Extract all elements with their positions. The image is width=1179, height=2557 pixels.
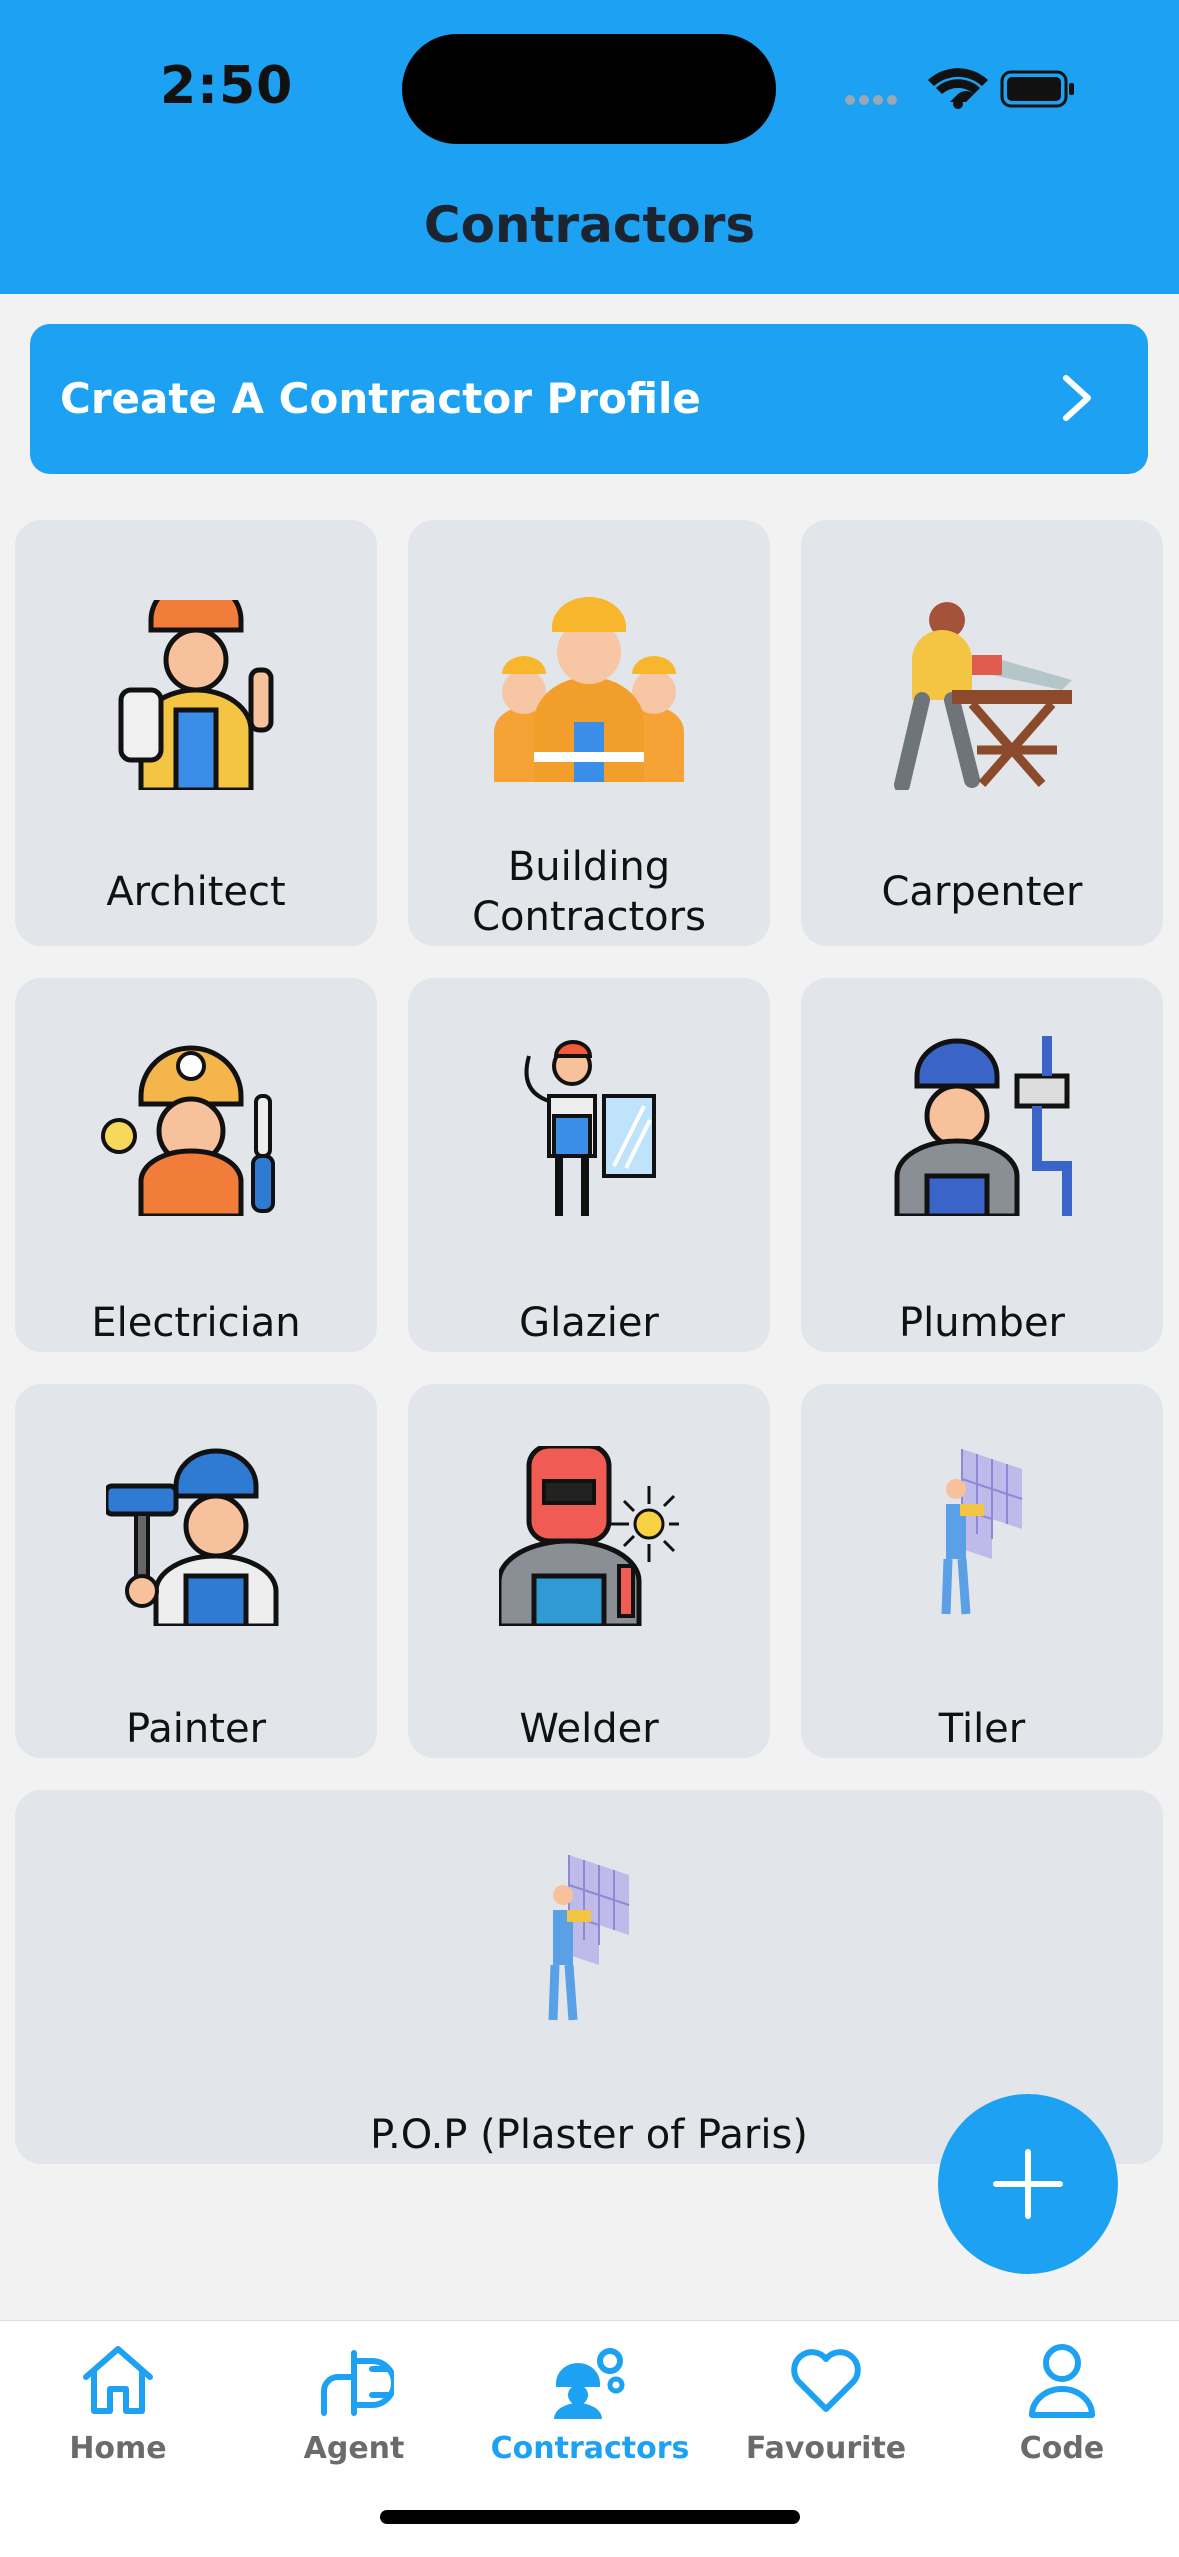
category-label: Plumber	[899, 1300, 1065, 1346]
category-card-tiler[interactable]: Tiler	[801, 1384, 1163, 1758]
building-contractors-icon	[494, 597, 684, 782]
category-label: Architect	[106, 869, 286, 915]
tab-label: Agent	[303, 2431, 405, 2466]
category-label: Building Contractors	[472, 844, 706, 940]
add-button[interactable]	[938, 2094, 1118, 2274]
category-label: Carpenter	[881, 869, 1083, 915]
category-card-glazier[interactable]: Glazier	[408, 978, 770, 1352]
heart-icon	[791, 2349, 861, 2412]
create-profile-label: Create A Contractor Profile	[60, 374, 701, 423]
electrician-icon	[101, 1045, 275, 1216]
category-card-welder[interactable]: Welder	[408, 1384, 770, 1758]
worker-icon	[554, 2348, 625, 2419]
category-label: Tiler	[938, 1706, 1026, 1752]
category-label: Welder	[519, 1706, 659, 1752]
category-card-painter[interactable]: Painter	[15, 1384, 377, 1758]
tab-code[interactable]: Code	[944, 2321, 1179, 2557]
painter-icon	[106, 1448, 279, 1626]
category-card-carpenter[interactable]: Carpenter	[801, 520, 1163, 946]
welder-icon	[499, 1446, 679, 1626]
tiler-icon	[941, 1449, 1023, 1615]
tab-label: Code	[1019, 2431, 1105, 2466]
tab-label: Contractors	[490, 2431, 690, 2466]
category-label: Electrician	[91, 1300, 301, 1346]
category-card-plumber[interactable]: Plumber	[801, 978, 1163, 1352]
status-icons	[845, 68, 1074, 109]
create-profile-button[interactable]: Create A Contractor Profile	[30, 324, 1148, 474]
tab-label: Home	[69, 2431, 167, 2466]
app-header: 2:50 Contractors	[0, 0, 1179, 294]
architect-icon	[118, 600, 274, 790]
category-card-electrician[interactable]: Electrician	[15, 978, 377, 1352]
home-indicator	[380, 2510, 800, 2524]
carpenter-icon	[894, 602, 1072, 790]
home-icon	[83, 2346, 153, 2414]
user-icon	[1029, 2344, 1095, 2418]
tab-home[interactable]: Home	[0, 2321, 236, 2557]
category-card-building-contractors[interactable]: Building Contractors	[408, 520, 770, 946]
category-label: Painter	[125, 1706, 267, 1752]
dynamic-island	[402, 34, 776, 144]
plumber-icon	[894, 1036, 1072, 1216]
plasterer-icon	[548, 1855, 630, 2021]
category-card-architect[interactable]: Architect	[15, 520, 377, 946]
status-time: 2:50	[160, 56, 294, 116]
plug-icon	[321, 2350, 394, 2416]
category-label: Glazier	[519, 1300, 659, 1346]
plus-icon	[993, 2149, 1063, 2219]
page-title: Contractors	[423, 196, 756, 254]
chevron-right-icon	[1063, 375, 1091, 421]
tab-label: Favourite	[745, 2431, 907, 2466]
glazier-icon	[524, 1040, 656, 1216]
